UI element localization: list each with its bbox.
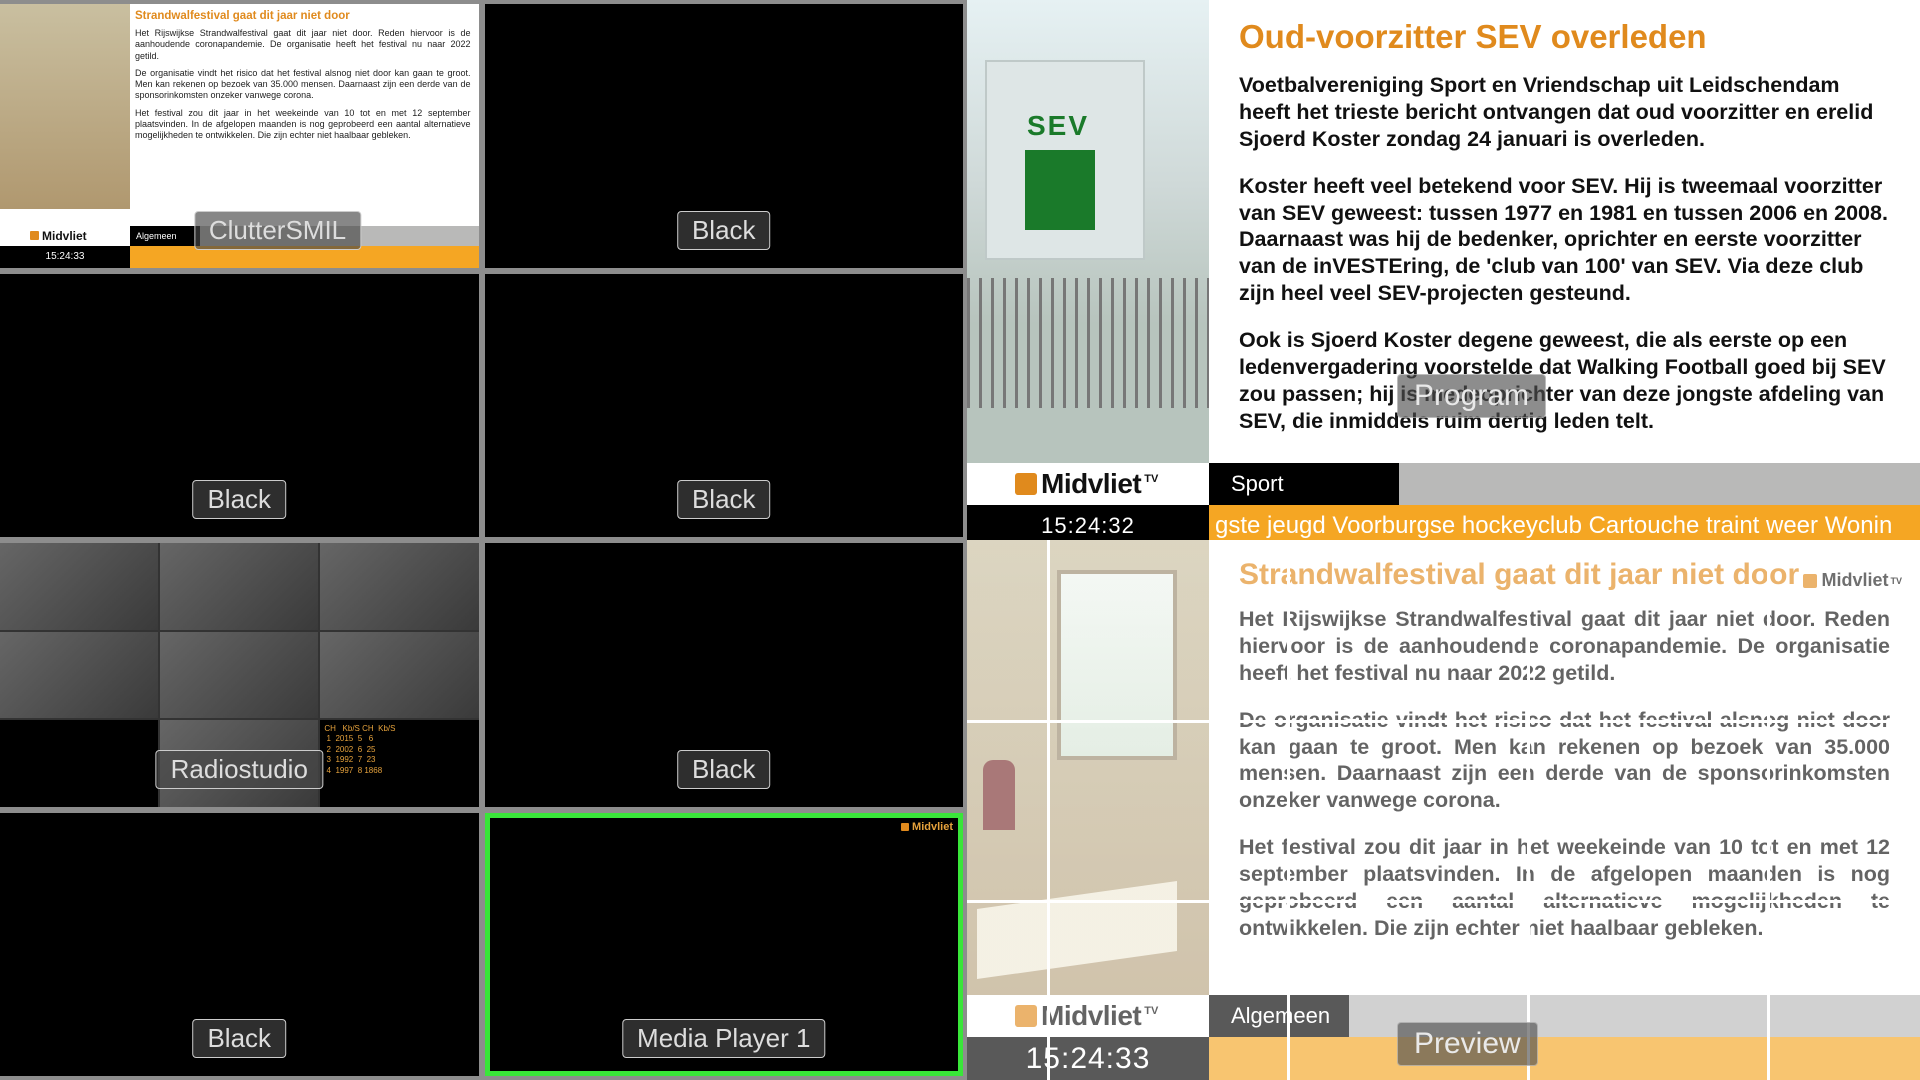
mv-cell-mediaplayer1[interactable]: Midvliet Media Player 1 (485, 813, 964, 1077)
mv-cell-cluttersmil[interactable]: Strandwalfestival gaat dit jaar niet doo… (0, 4, 479, 268)
mv-cell-black-3[interactable]: Black (485, 274, 964, 538)
program-time: 15:24:32 (967, 513, 1209, 539)
mv-cell-black-2[interactable]: Black (0, 274, 479, 538)
mv-label: Black (192, 1019, 286, 1058)
program-headline: Oud-voorzitter SEV overleden (1239, 18, 1890, 56)
preview-feed[interactable]: Strandwalfestival gaat dit jaar niet doo… (967, 540, 1920, 1080)
program-body: Voetbalvereniging Sport en Vriendschap u… (1239, 72, 1890, 435)
program-category: Sport (1209, 463, 1399, 505)
mv-cell-radiostudio[interactable]: CH Kb/S CH Kb/S 1 2015 5 6 2 2002 6 25 3… (0, 543, 479, 807)
mv-label: Black (192, 480, 286, 519)
brand-icon (1015, 473, 1037, 495)
brand-logo: Midvliet TV (967, 463, 1209, 505)
mv-label: Media Player 1 (622, 1019, 825, 1058)
photo-sign: SEV (1027, 110, 1089, 142)
mv-label: ClutterSMIL (194, 211, 361, 250)
mv-cell-black-5[interactable]: Black (0, 813, 479, 1077)
mv-label: Radiostudio (156, 750, 323, 789)
mv-cell-black-1[interactable]: Black (485, 4, 964, 268)
mv-cell-black-4[interactable]: Black (485, 543, 964, 807)
program-feed[interactable]: SEV Oud-voorzitter SEV overleden Voetbal… (967, 0, 1920, 540)
program-photo: SEV (967, 0, 1209, 463)
preview-safe-grid (967, 540, 1920, 1080)
mv-label: Black (677, 480, 771, 519)
mv-label: Black (677, 750, 771, 789)
mv-label: Black (677, 211, 771, 250)
brand-icon (30, 231, 39, 240)
multiviewer: Strandwalfestival gaat dit jaar niet doo… (0, 0, 967, 1080)
brand-logo-small: Midvliet (901, 821, 953, 833)
